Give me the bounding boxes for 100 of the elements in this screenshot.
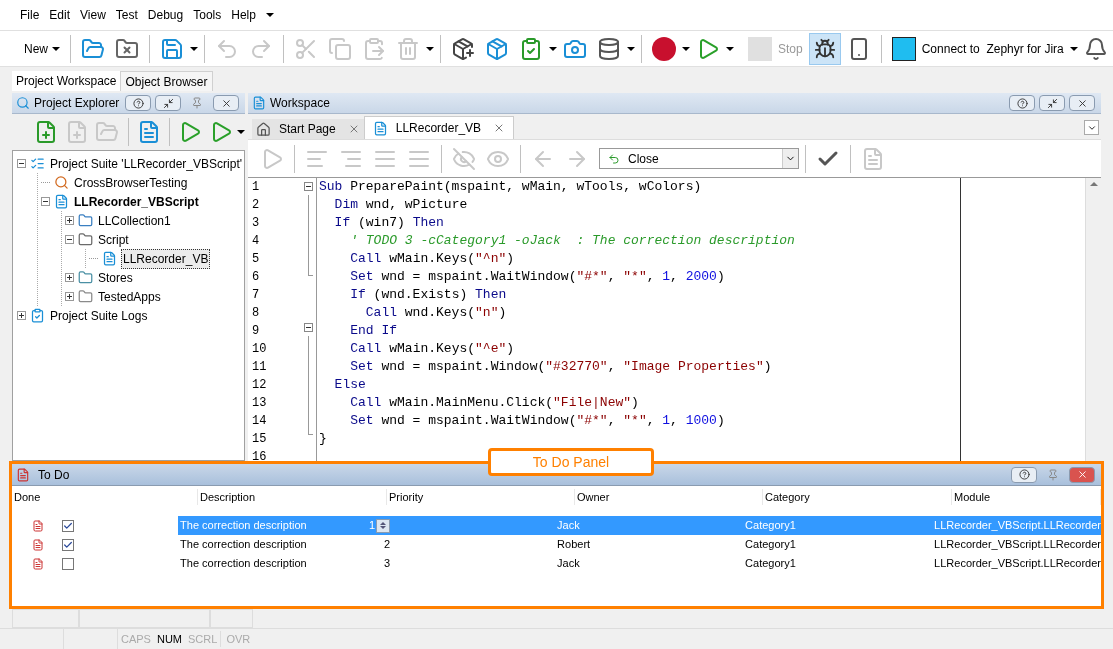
priority-cell-text: 1 — [368, 518, 376, 534]
column-header[interactable]: Module — [952, 488, 1101, 506]
table-cell-text: The correction description — [179, 518, 308, 534]
menu-item[interactable]: Test — [115, 6, 138, 24]
restore-icon — [162, 97, 174, 109]
tree-item[interactable]: LLRecorder_VB — [121, 248, 211, 269]
checkbox[interactable] — [62, 538, 74, 551]
caret-icon[interactable] — [52, 46, 60, 51]
column-header[interactable]: Owner — [575, 488, 763, 506]
line-number: 14 — [252, 413, 268, 430]
caret-icon[interactable] — [1069, 46, 1078, 51]
new-button[interactable]: New — [20, 39, 64, 58]
menu-item[interactable]: Edit — [49, 6, 71, 24]
todo-row[interactable]: The correction description 3 Jack Category1 LLRecorder_VBScript.LLRecorder — [12, 554, 1101, 573]
line-number: 1 — [252, 179, 261, 196]
tree-item[interactable]: CrossBrowserTesting — [73, 173, 189, 192]
column-header[interactable]: Priority — [387, 488, 575, 506]
line-number: 6 — [252, 269, 261, 286]
restore-button[interactable] — [1039, 95, 1065, 111]
panel-tab[interactable]: Project Workspace — [12, 71, 121, 91]
todo-item-icon — [32, 519, 44, 532]
close-button[interactable] — [1069, 95, 1095, 111]
code-line: } — [319, 430, 328, 448]
line-number: 8 — [252, 305, 261, 322]
column-header[interactable]: Description — [198, 488, 387, 506]
priority-cell-text: 3 — [383, 556, 391, 572]
close-button[interactable] — [213, 95, 239, 111]
table-cell-text: Category1 — [744, 556, 797, 572]
caret-icon[interactable] — [426, 46, 434, 51]
expand-toggle[interactable] — [65, 216, 74, 225]
tree-item[interactable]: Script — [97, 230, 130, 249]
connect-button[interactable]: Connect to Zephyr for Jira — [917, 39, 1068, 58]
fold-toggle[interactable] — [303, 323, 313, 333]
record-icon[interactable] — [652, 36, 676, 61]
line-number: 3 — [252, 215, 261, 232]
help-button[interactable] — [1009, 95, 1035, 111]
panel-tab[interactable]: Object Browser — [120, 71, 213, 91]
spin-button[interactable] — [376, 518, 391, 533]
checkbox[interactable] — [62, 519, 74, 532]
menu-item[interactable]: Debug — [147, 6, 184, 24]
status-indicator: CAPS — [120, 631, 152, 647]
caret-icon[interactable] — [549, 46, 557, 51]
suite-icon — [30, 156, 45, 171]
code-line: Call wMain.Keys("^n") — [349, 250, 516, 268]
tree-item[interactable]: Project Suite Logs — [49, 306, 149, 325]
tree-item[interactable]: LLRecorder_VBScript — [73, 192, 200, 211]
line-number: 7 — [252, 287, 261, 304]
line-number: 16 — [252, 449, 268, 461]
help-icon — [1016, 97, 1028, 109]
expand-toggle[interactable] — [65, 273, 74, 282]
table-cell-text: The correction description — [179, 537, 308, 553]
menu-item[interactable]: File — [20, 6, 40, 24]
help-button[interactable] — [125, 95, 151, 111]
scrollbar[interactable] — [1085, 178, 1101, 461]
fold-toggle[interactable] — [303, 182, 313, 192]
expand-toggle[interactable] — [65, 292, 74, 301]
caret-icon[interactable] — [682, 46, 690, 51]
table-cell-text: LLRecorder_VBScript.LLRecorder — [933, 518, 1101, 534]
todo-row[interactable]: The correction description 2 Robert Category1 LLRecorder_VBScript.LLRecorder — [12, 535, 1101, 554]
column-header[interactable]: Done — [12, 488, 198, 506]
code-line: Else — [333, 376, 367, 394]
menu-item[interactable]: Tools — [193, 6, 222, 24]
line-number: 5 — [252, 251, 261, 268]
collapse-toggle[interactable] — [41, 197, 50, 206]
tree-item[interactable]: LLCollection1 — [97, 211, 172, 230]
routine-dropdown[interactable]: Close — [599, 148, 799, 169]
code-line: End If — [349, 322, 398, 340]
bug-icon[interactable] — [808, 32, 841, 65]
priority-cell-text: 2 — [383, 537, 391, 553]
pin-icon[interactable] — [1047, 468, 1059, 481]
editor-tab[interactable]: Start Page — [252, 119, 364, 139]
tree-item[interactable]: Project Suite 'LLRecorder_VBScript' — [49, 154, 243, 173]
table-cell-text: Category1 — [744, 537, 797, 553]
menu-item[interactable]: View — [80, 6, 106, 24]
caret-icon[interactable] — [236, 130, 245, 134]
checkbox[interactable] — [62, 557, 74, 570]
tree-item[interactable]: TestedApps — [97, 287, 162, 306]
caret-icon[interactable] — [627, 46, 635, 51]
code-line: If (wnd.Exists) Then — [349, 286, 508, 304]
pin-icon[interactable] — [191, 97, 203, 109]
restore-button[interactable] — [155, 95, 181, 111]
line-number: 10 — [252, 341, 268, 358]
caret-icon[interactable] — [190, 46, 198, 51]
collapse-toggle[interactable] — [17, 159, 26, 168]
status-indicator: NUM — [155, 631, 184, 647]
close-icon — [220, 97, 232, 109]
caret-icon[interactable] — [726, 46, 734, 51]
tab-list-icon[interactable] — [1084, 120, 1099, 135]
menu-item[interactable]: Help — [231, 6, 256, 24]
editor-tab[interactable]: LLRecorder_VB — [363, 116, 515, 139]
collapse-toggle[interactable] — [65, 235, 74, 244]
close-button[interactable] — [1069, 466, 1095, 483]
help-button[interactable] — [1011, 466, 1037, 483]
code-line: Call wnd.Keys("n") — [364, 304, 508, 322]
expand-toggle[interactable] — [17, 311, 26, 320]
column-header[interactable]: Category — [763, 488, 952, 506]
tree-item[interactable]: Stores — [97, 268, 134, 287]
table-cell-text: Robert — [556, 537, 592, 553]
workspace-icon — [252, 96, 266, 110]
caret-icon[interactable] — [265, 13, 274, 17]
